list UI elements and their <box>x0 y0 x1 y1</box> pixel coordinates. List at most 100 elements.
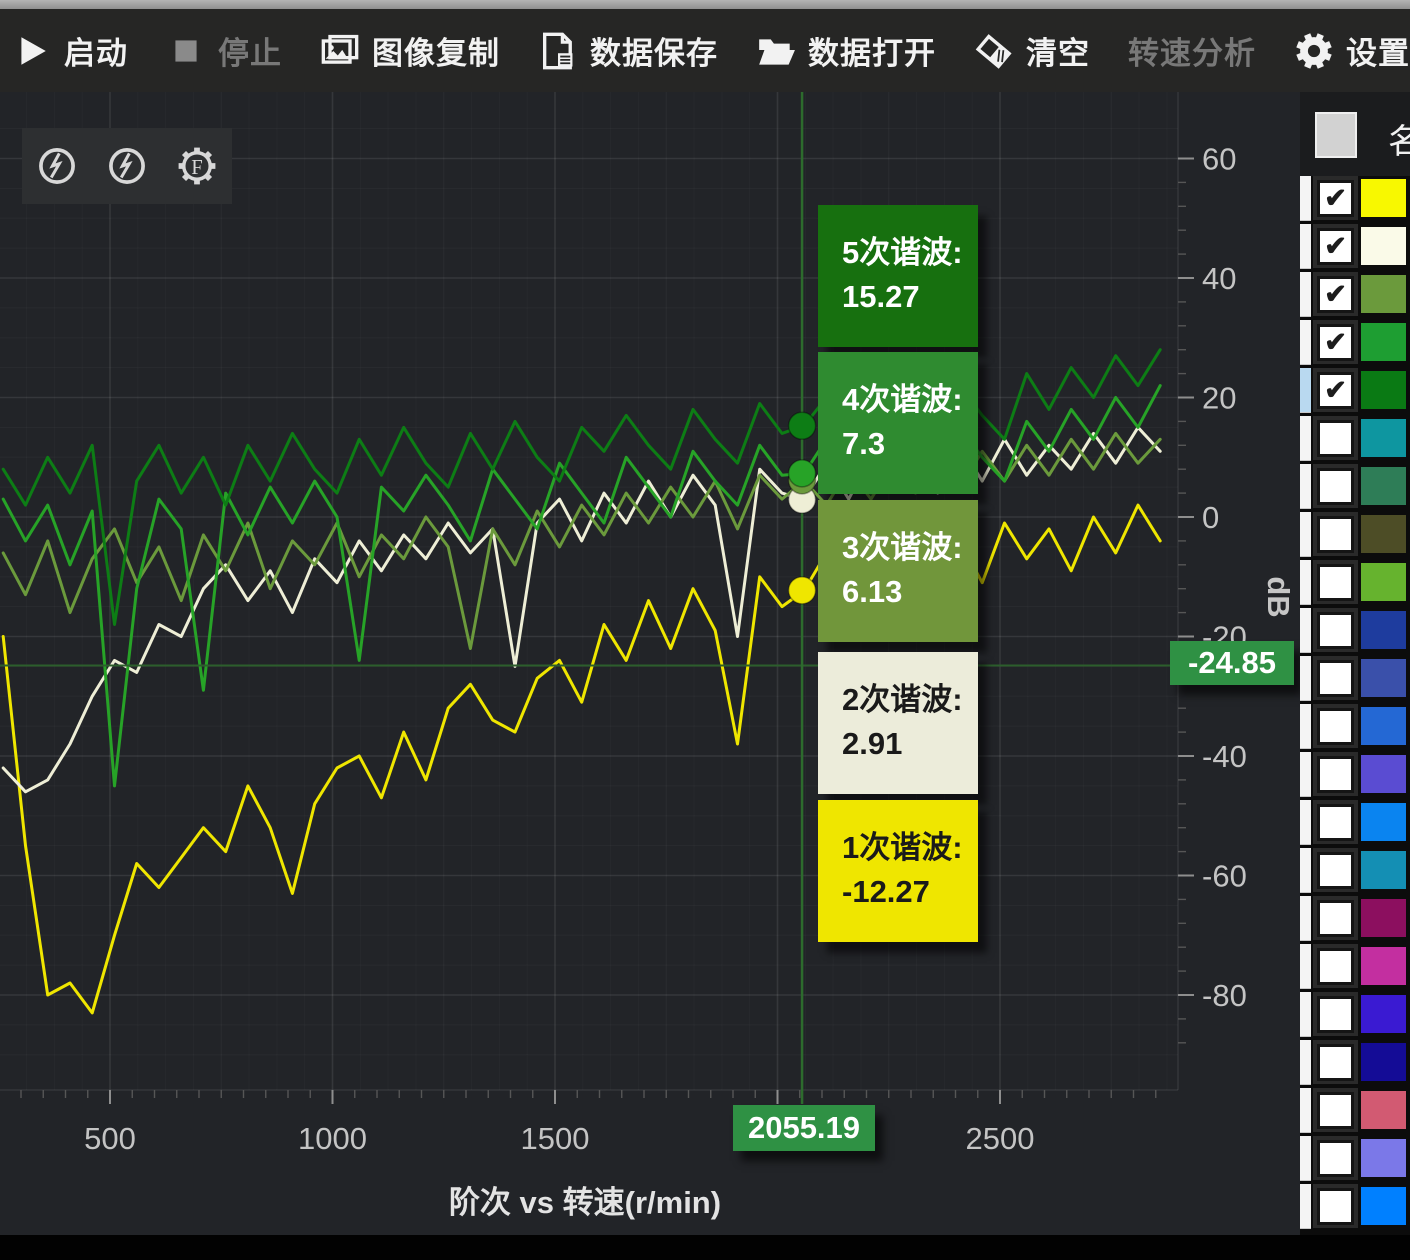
row-selector[interactable] <box>1300 1184 1311 1229</box>
checkbox-cell <box>1313 1088 1358 1132</box>
series-color-swatch <box>1361 227 1406 265</box>
visibility-checkbox[interactable]: ✔ <box>1317 324 1354 361</box>
row-selector[interactable] <box>1300 848 1311 893</box>
scale-tool[interactable]: F <box>173 142 221 190</box>
row-selector[interactable] <box>1300 944 1311 989</box>
legend-row-9[interactable] <box>1300 560 1410 608</box>
row-selector[interactable] <box>1300 1040 1311 1085</box>
row-selector[interactable] <box>1300 800 1311 845</box>
row-selector[interactable] <box>1300 704 1311 749</box>
visibility-checkbox[interactable] <box>1317 564 1354 601</box>
start-button[interactable]: 启动 <box>12 28 128 73</box>
legend-row-22[interactable] <box>1300 1184 1410 1232</box>
row-selector[interactable] <box>1300 464 1311 509</box>
row-selector[interactable] <box>1300 752 1311 797</box>
visibility-checkbox[interactable] <box>1317 708 1354 745</box>
tooltip-value: 2.91 <box>842 722 978 766</box>
row-selector[interactable] <box>1300 608 1311 653</box>
legend-row-13[interactable] <box>1300 752 1410 800</box>
visibility-checkbox[interactable] <box>1317 420 1354 457</box>
row-selector[interactable] <box>1300 368 1311 413</box>
visibility-checkbox[interactable] <box>1317 756 1354 793</box>
legend-row-10[interactable] <box>1300 608 1410 656</box>
row-selector[interactable] <box>1300 416 1311 461</box>
legend-row-1[interactable]: ✔ <box>1300 176 1410 224</box>
settings-button[interactable]: 设置 <box>1294 28 1410 73</box>
row-selector[interactable] <box>1300 1088 1311 1133</box>
legend-row-8[interactable] <box>1300 512 1410 560</box>
legend-row-16[interactable] <box>1300 896 1410 944</box>
visibility-checkbox[interactable] <box>1317 900 1354 937</box>
row-selector[interactable] <box>1300 992 1311 1037</box>
plot-area[interactable]: 50010001500200025006040200-20-40-60-80 <box>0 92 1300 1235</box>
visibility-checkbox[interactable] <box>1317 660 1354 697</box>
visibility-checkbox[interactable]: ✔ <box>1317 276 1354 313</box>
legend-row-12[interactable] <box>1300 704 1410 752</box>
tooltip-label: 1次谐波: <box>842 826 978 870</box>
copy-image-button[interactable]: 图像复制 <box>320 28 500 73</box>
cursor-tool-2[interactable] <box>103 142 151 190</box>
speed-analysis-button[interactable]: 转速分析 <box>1128 28 1256 73</box>
row-selector[interactable] <box>1300 176 1311 221</box>
legend-row-6[interactable] <box>1300 416 1410 464</box>
visibility-checkbox[interactable] <box>1317 516 1354 553</box>
copy-image-label: 图像复制 <box>372 28 500 73</box>
x-tick-label: 2500 <box>966 1121 1035 1156</box>
legend-row-4[interactable]: ✔ <box>1300 320 1410 368</box>
visibility-checkbox[interactable] <box>1317 1044 1354 1081</box>
row-selector[interactable] <box>1300 1136 1311 1181</box>
visibility-checkbox[interactable]: ✔ <box>1317 372 1354 409</box>
row-selector[interactable] <box>1300 560 1311 605</box>
app-window: 启动停止 图像复制数据保存数据打开清空转速分析设置 500100015002000… <box>0 0 1410 1260</box>
legend-row-19[interactable] <box>1300 1040 1410 1088</box>
tooltip-label: 2次谐波: <box>842 678 978 722</box>
start-label: 启动 <box>64 28 128 73</box>
row-selector[interactable] <box>1300 656 1311 701</box>
visibility-checkbox[interactable] <box>1317 1092 1354 1129</box>
checkbox-cell <box>1313 608 1358 652</box>
cursor-marker-4次谐波[interactable] <box>789 460 816 487</box>
visibility-checkbox[interactable] <box>1317 1140 1354 1177</box>
bottom-bar <box>0 1235 1410 1260</box>
legend-row-7[interactable] <box>1300 464 1410 512</box>
legend-row-5[interactable]: ✔ <box>1300 368 1410 416</box>
series-color-swatch <box>1361 179 1406 217</box>
legend-row-3[interactable]: ✔ <box>1300 272 1410 320</box>
legend-rows: ✔ ✔ ✔ ✔ ✔ <box>1300 176 1410 1232</box>
cursor-marker-5次谐波[interactable] <box>789 412 816 439</box>
legend-row-18[interactable] <box>1300 992 1410 1040</box>
visibility-checkbox[interactable] <box>1317 468 1354 505</box>
x-tick-label: 1500 <box>521 1121 590 1156</box>
row-selector[interactable] <box>1300 272 1311 317</box>
row-selector[interactable] <box>1300 512 1311 557</box>
visibility-checkbox[interactable] <box>1317 948 1354 985</box>
open-data-button[interactable]: 数据打开 <box>756 28 936 73</box>
save-data-button[interactable]: 数据保存 <box>538 28 718 73</box>
legend-row-14[interactable] <box>1300 800 1410 848</box>
visibility-checkbox[interactable] <box>1317 804 1354 841</box>
visibility-checkbox[interactable]: ✔ <box>1317 228 1354 265</box>
legend-row-20[interactable] <box>1300 1088 1410 1136</box>
clear-button[interactable]: 清空 <box>974 28 1090 73</box>
row-selector[interactable] <box>1300 896 1311 941</box>
visibility-checkbox[interactable] <box>1317 996 1354 1033</box>
visibility-checkbox[interactable] <box>1317 852 1354 889</box>
legend-row-2[interactable]: ✔ <box>1300 224 1410 272</box>
x-tick-label: 500 <box>84 1121 136 1156</box>
legend-select-all-checkbox[interactable] <box>1315 112 1357 158</box>
legend-row-11[interactable] <box>1300 656 1410 704</box>
cursor-tool-1[interactable] <box>33 142 81 190</box>
cursor-x-badge[interactable]: 2055.19 <box>733 1105 875 1151</box>
row-selector[interactable] <box>1300 224 1311 269</box>
cursor-marker-1次谐波[interactable] <box>789 577 816 604</box>
visibility-checkbox[interactable]: ✔ <box>1317 180 1354 217</box>
legend-row-21[interactable] <box>1300 1136 1410 1184</box>
stop-button[interactable]: 停止 <box>166 28 282 73</box>
row-selector[interactable] <box>1300 320 1311 365</box>
cursor-y-badge[interactable]: -24.85 <box>1170 641 1294 685</box>
legend-row-17[interactable] <box>1300 944 1410 992</box>
visibility-checkbox[interactable] <box>1317 1188 1354 1225</box>
visibility-checkbox[interactable] <box>1317 612 1354 649</box>
legend-row-15[interactable] <box>1300 848 1410 896</box>
series-color-swatch <box>1361 563 1406 601</box>
